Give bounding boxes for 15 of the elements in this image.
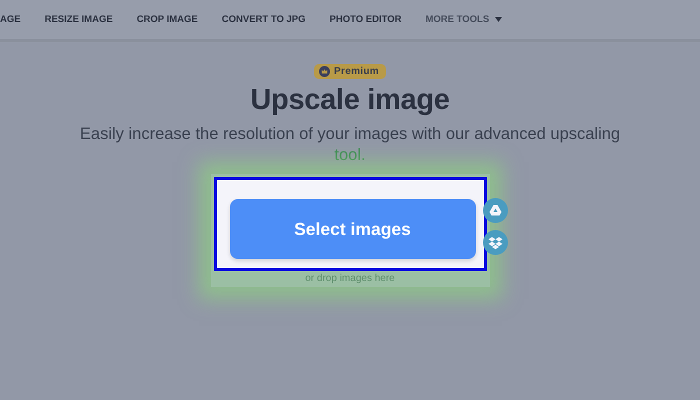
select-images-button[interactable]: Select images xyxy=(230,199,476,259)
cloud-drive-icon[interactable] xyxy=(482,198,508,223)
more-tools-menu[interactable]: MORE TOOLS xyxy=(425,14,502,25)
nav-link[interactable]: RESIZE IMAGE xyxy=(44,14,113,25)
crown-icon xyxy=(319,66,330,77)
nav-link[interactable]: CROP IMAGE xyxy=(136,14,198,25)
caret-icon xyxy=(495,17,502,22)
nav-link[interactable]: CONVERT TO JPG xyxy=(222,14,306,25)
nav-link[interactable]: PHOTO EDITOR xyxy=(330,14,402,25)
premium-badge: Premium xyxy=(314,64,386,79)
drop-hint: or drop images here xyxy=(304,273,396,284)
nav-link[interactable]: AGE xyxy=(0,14,21,25)
page-title: Upscale image xyxy=(250,83,450,117)
description-text: Easily increase the resolution of your images with our advanced upscaling tool. xyxy=(78,124,622,166)
box-icon[interactable] xyxy=(482,230,508,255)
